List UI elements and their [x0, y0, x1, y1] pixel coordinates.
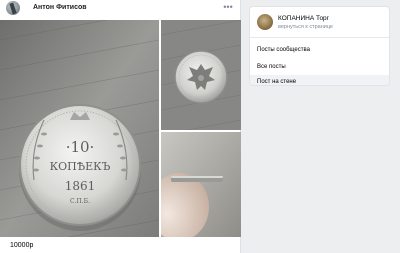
- group-name[interactable]: КОПАНИНА Торг: [278, 15, 329, 22]
- post-photo-main[interactable]: ·10· КОПѢЕКЪ 1861 С.П.Б.: [0, 20, 159, 237]
- author-name[interactable]: Антон Фитисов: [33, 4, 87, 11]
- nav-item-community-posts[interactable]: Посты сообщества: [250, 43, 389, 57]
- svg-text:1861: 1861: [65, 179, 96, 193]
- post-card: Антон Фитисов ••• ·10· КОПѢЕКЪ 1861 С.П.…: [0, 0, 241, 253]
- nav-item-all-posts[interactable]: Все посты: [250, 60, 389, 74]
- author-avatar[interactable]: [6, 1, 20, 15]
- svg-text:·10·: ·10·: [66, 138, 95, 156]
- post-photo-obverse[interactable]: [161, 20, 241, 130]
- nav-item-wall-post[interactable]: Пост на стене: [250, 75, 389, 85]
- group-avatar[interactable]: [257, 14, 273, 30]
- svg-text:С.П.Б.: С.П.Б.: [70, 198, 90, 205]
- post-text: 10000р: [10, 242, 34, 249]
- group-navigation-card: КОПАНИНА Торг вернуться к странице Посты…: [249, 6, 390, 86]
- post-photo-edge[interactable]: [161, 132, 241, 237]
- post-header: Антон Фитисов •••: [0, 0, 241, 20]
- svg-text:КОПѢЕКЪ: КОПѢЕКЪ: [50, 160, 111, 173]
- back-to-page-link[interactable]: вернуться к странице: [278, 24, 333, 30]
- divider: [250, 37, 389, 38]
- more-horizontal-icon[interactable]: •••: [222, 3, 234, 12]
